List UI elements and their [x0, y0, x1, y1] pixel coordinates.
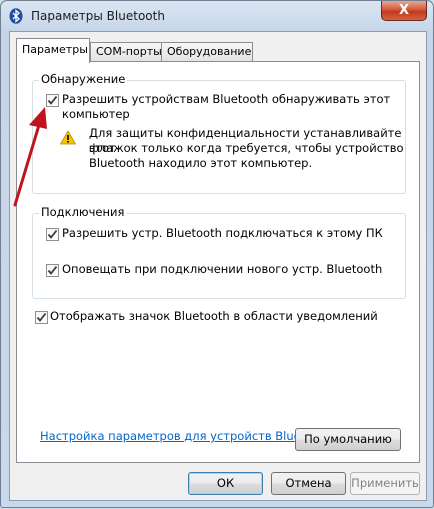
- title-bar[interactable]: Параметры Bluetooth X: [1, 1, 433, 31]
- bluetooth-settings-link[interactable]: Настройка параметров для устройств Bluet…: [40, 429, 335, 443]
- discovery-group: Обнаружение Разрешить устройствам Blueto…: [32, 72, 406, 194]
- discovery-group-title: Обнаружение: [39, 72, 128, 86]
- close-button[interactable]: X: [381, 1, 427, 21]
- dialog-window: Параметры Bluetooth X Параметры COM-порт…: [0, 0, 434, 508]
- window-title: Параметры Bluetooth: [31, 9, 165, 23]
- defaults-button[interactable]: По умолчанию: [295, 428, 401, 451]
- allow-discovery-checkbox[interactable]: [46, 94, 59, 107]
- tab-hardware[interactable]: Оборудование: [161, 42, 253, 61]
- checkmark-icon: [47, 95, 58, 105]
- dialog-client-area: Параметры COM-порты Оборудование Обнаруж…: [9, 31, 427, 501]
- allow-discovery-label-line2[interactable]: компьютер: [62, 107, 130, 122]
- show-icon-label[interactable]: Отображать значок Bluetooth в области ув…: [50, 309, 378, 324]
- allow-connect-label[interactable]: Разрешить устр. Bluetooth подключаться к…: [62, 226, 383, 241]
- warning-icon: [59, 130, 77, 148]
- checkmark-icon: [47, 229, 58, 239]
- notify-new-checkbox[interactable]: [46, 264, 59, 277]
- cancel-button[interactable]: Отмена: [271, 472, 346, 495]
- checkmark-icon: [47, 265, 58, 275]
- connections-group-title: Подключения: [39, 205, 127, 219]
- warning-text-line3: Bluetooth находило этот компьютер.: [89, 156, 313, 170]
- notify-new-label[interactable]: Оповещать при подключении нового устр. B…: [62, 262, 382, 277]
- allow-discovery-label-line1[interactable]: Разрешить устройствам Bluetooth обнаружи…: [62, 92, 390, 107]
- apply-button[interactable]: Применить: [350, 472, 420, 495]
- connections-group: Подключения Разрешить устр. Bluetooth по…: [32, 205, 406, 299]
- checkmark-icon: [36, 312, 47, 322]
- tab-parameters[interactable]: Параметры: [16, 38, 90, 63]
- bluetooth-icon: [9, 8, 23, 24]
- warning-text-line2: флажок только когда требуется, чтобы уст…: [89, 141, 404, 155]
- parameters-panel: Обнаружение Разрешить устройствам Blueto…: [16, 61, 420, 463]
- allow-connect-checkbox[interactable]: [46, 228, 59, 241]
- ok-button[interactable]: ОК: [188, 472, 263, 495]
- tab-com-ports[interactable]: COM-порты: [90, 42, 162, 61]
- close-icon: X: [398, 3, 410, 18]
- show-icon-checkbox[interactable]: [35, 311, 48, 324]
